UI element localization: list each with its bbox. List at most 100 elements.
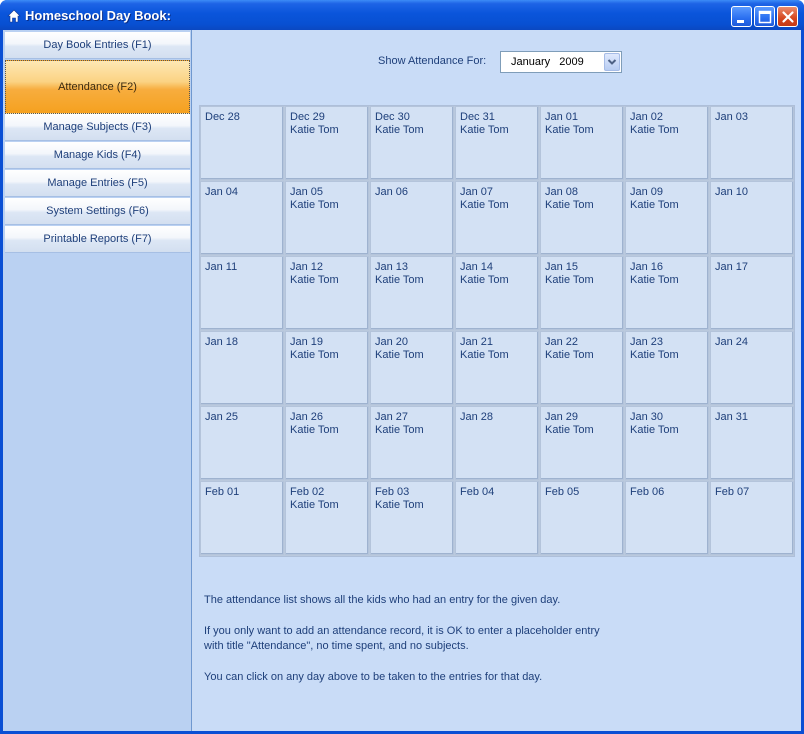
calendar-day[interactable]: Jan 25 bbox=[200, 406, 284, 480]
help-line: You can click on any day above to be tak… bbox=[204, 671, 543, 683]
nav-label: Manage Kids (F4) bbox=[53, 149, 142, 161]
title-bar[interactable]: Homeschool Day Book: bbox=[0, 0, 804, 30]
calendar-day[interactable]: Jan 05 Katie Tom bbox=[285, 181, 369, 255]
dropdown-button[interactable] bbox=[604, 53, 620, 71]
day-kids: Katie Tom bbox=[375, 124, 424, 136]
calendar-day[interactable]: Dec 29 Katie Tom bbox=[285, 106, 369, 180]
day-kids: Katie Tom bbox=[545, 199, 594, 211]
calendar-day[interactable]: Jan 23 Katie Tom bbox=[625, 331, 709, 405]
day-kids: Katie Tom bbox=[290, 499, 339, 511]
calendar-day[interactable]: Dec 30 Katie Tom bbox=[370, 106, 454, 180]
calendar-day[interactable]: Jan 27 Katie Tom bbox=[370, 406, 454, 480]
day-date: Dec 31 bbox=[460, 111, 495, 123]
calendar-day[interactable]: Feb 07 bbox=[710, 481, 794, 555]
nav-manage-kids[interactable]: Manage Kids (F4) bbox=[5, 142, 190, 169]
day-kids: Katie Tom bbox=[630, 424, 679, 436]
calendar-day[interactable]: Jan 06 bbox=[370, 181, 454, 255]
calendar-day[interactable]: Jan 10 bbox=[710, 181, 794, 255]
day-date: Jan 13 bbox=[375, 261, 409, 273]
help-line: If you only want to add an attendance re… bbox=[204, 625, 600, 637]
day-date: Jan 28 bbox=[460, 411, 494, 423]
help-line: with title "Attendance", no time spent, … bbox=[204, 640, 469, 652]
day-date: Jan 26 bbox=[290, 411, 324, 423]
calendar-day[interactable]: Jan 22 Katie Tom bbox=[540, 331, 624, 405]
calendar-day[interactable]: Jan 24 bbox=[710, 331, 794, 405]
day-date: Jan 07 bbox=[460, 186, 494, 198]
calendar-day[interactable]: Jan 12 Katie Tom bbox=[285, 256, 369, 330]
day-date: Jan 14 bbox=[460, 261, 494, 273]
nav-attendance[interactable]: Attendance (F2) bbox=[5, 60, 190, 114]
day-date: Jan 16 bbox=[630, 261, 664, 273]
calendar-day[interactable]: Jan 08 Katie Tom bbox=[540, 181, 624, 255]
day-date: Jan 06 bbox=[375, 186, 409, 198]
calendar-day[interactable]: Feb 04 bbox=[455, 481, 539, 555]
calendar-day[interactable]: Jan 18 bbox=[200, 331, 284, 405]
day-date: Feb 05 bbox=[545, 486, 580, 498]
calendar-day[interactable]: Jan 02 Katie Tom bbox=[625, 106, 709, 180]
month-select[interactable]: January 2009 bbox=[500, 51, 622, 73]
calendar-day[interactable]: Feb 05 bbox=[540, 481, 624, 555]
maximize-button[interactable] bbox=[754, 6, 775, 27]
calendar-day[interactable]: Dec 28 bbox=[200, 106, 284, 180]
app-window: Homeschool Day Book: Day Book Entries (F… bbox=[0, 0, 804, 734]
calendar-day[interactable]: Jan 11 bbox=[200, 256, 284, 330]
day-kids: Katie Tom bbox=[545, 124, 594, 136]
day-kids: Katie Tom bbox=[545, 274, 594, 286]
day-date: Jan 27 bbox=[375, 411, 409, 423]
day-date: Jan 31 bbox=[715, 411, 749, 423]
nav-manage-subjects[interactable]: Manage Subjects (F3) bbox=[5, 114, 190, 141]
nav-printable-reports[interactable]: Printable Reports (F7) bbox=[5, 226, 190, 253]
day-date: Jan 24 bbox=[715, 336, 749, 348]
calendar-day[interactable]: Feb 02 Katie Tom bbox=[285, 481, 369, 555]
calendar-day[interactable]: Jan 29 Katie Tom bbox=[540, 406, 624, 480]
close-button[interactable] bbox=[777, 6, 798, 27]
day-date: Jan 21 bbox=[460, 336, 494, 348]
calendar-day[interactable]: Jan 15 Katie Tom bbox=[540, 256, 624, 330]
home-icon bbox=[7, 8, 21, 23]
day-date: Jan 08 bbox=[545, 186, 579, 198]
calendar-day[interactable]: Jan 01 Katie Tom bbox=[540, 106, 624, 180]
day-kids: Katie Tom bbox=[460, 274, 509, 286]
day-date: Jan 23 bbox=[630, 336, 664, 348]
day-date: Feb 07 bbox=[715, 486, 750, 498]
calendar-day[interactable]: Jan 20 Katie Tom bbox=[370, 331, 454, 405]
show-attendance-label: Show Attendance For: bbox=[378, 55, 487, 67]
day-date: Jan 15 bbox=[545, 261, 579, 273]
nav-day-book-entries[interactable]: Day Book Entries (F1) bbox=[5, 32, 190, 59]
day-kids: Katie Tom bbox=[290, 274, 339, 286]
nav-label: Manage Subjects (F3) bbox=[43, 121, 152, 133]
calendar-day[interactable]: Dec 31 Katie Tom bbox=[455, 106, 539, 180]
calendar-day[interactable]: Jan 13 Katie Tom bbox=[370, 256, 454, 330]
day-date: Jan 22 bbox=[545, 336, 579, 348]
day-date: Feb 03 bbox=[375, 486, 410, 498]
calendar-day[interactable]: Jan 28 bbox=[455, 406, 539, 480]
day-date: Jan 05 bbox=[290, 186, 324, 198]
calendar-day[interactable]: Feb 01 bbox=[200, 481, 284, 555]
calendar-day[interactable]: Feb 03 Katie Tom bbox=[370, 481, 454, 555]
calendar-day[interactable]: Jan 07 Katie Tom bbox=[455, 181, 539, 255]
calendar-day[interactable]: Jan 31 bbox=[710, 406, 794, 480]
day-date: Jan 20 bbox=[375, 336, 409, 348]
minimize-button[interactable] bbox=[731, 6, 752, 27]
window-title: Homeschool Day Book: bbox=[25, 8, 171, 23]
minimize-icon bbox=[737, 20, 744, 23]
calendar-day[interactable]: Jan 09 Katie Tom bbox=[625, 181, 709, 255]
calendar-day[interactable]: Jan 17 bbox=[710, 256, 794, 330]
calendar-day[interactable]: Jan 26 Katie Tom bbox=[285, 406, 369, 480]
calendar-day[interactable]: Feb 06 bbox=[625, 481, 709, 555]
calendar-day[interactable]: Jan 14 Katie Tom bbox=[455, 256, 539, 330]
calendar-day[interactable]: Jan 21 Katie Tom bbox=[455, 331, 539, 405]
help-text: The attendance list shows all the kids w… bbox=[204, 593, 764, 701]
sidebar: Day Book Entries (F1) Attendance (F2) Ma… bbox=[3, 30, 192, 731]
day-date: Feb 04 bbox=[460, 486, 495, 498]
nav-manage-entries[interactable]: Manage Entries (F5) bbox=[5, 170, 190, 197]
day-date: Jan 12 bbox=[290, 261, 324, 273]
nav-system-settings[interactable]: System Settings (F6) bbox=[5, 198, 190, 225]
calendar-day[interactable]: Jan 19 Katie Tom bbox=[285, 331, 369, 405]
day-kids: Katie Tom bbox=[290, 199, 339, 211]
calendar-day[interactable]: Jan 03 bbox=[710, 106, 794, 180]
calendar-day[interactable]: Jan 04 bbox=[200, 181, 284, 255]
calendar-day[interactable]: Jan 16 Katie Tom bbox=[625, 256, 709, 330]
calendar-day[interactable]: Jan 30 Katie Tom bbox=[625, 406, 709, 480]
attendance-panel: Show Attendance For: January 2009 Dec 28… bbox=[193, 30, 801, 731]
